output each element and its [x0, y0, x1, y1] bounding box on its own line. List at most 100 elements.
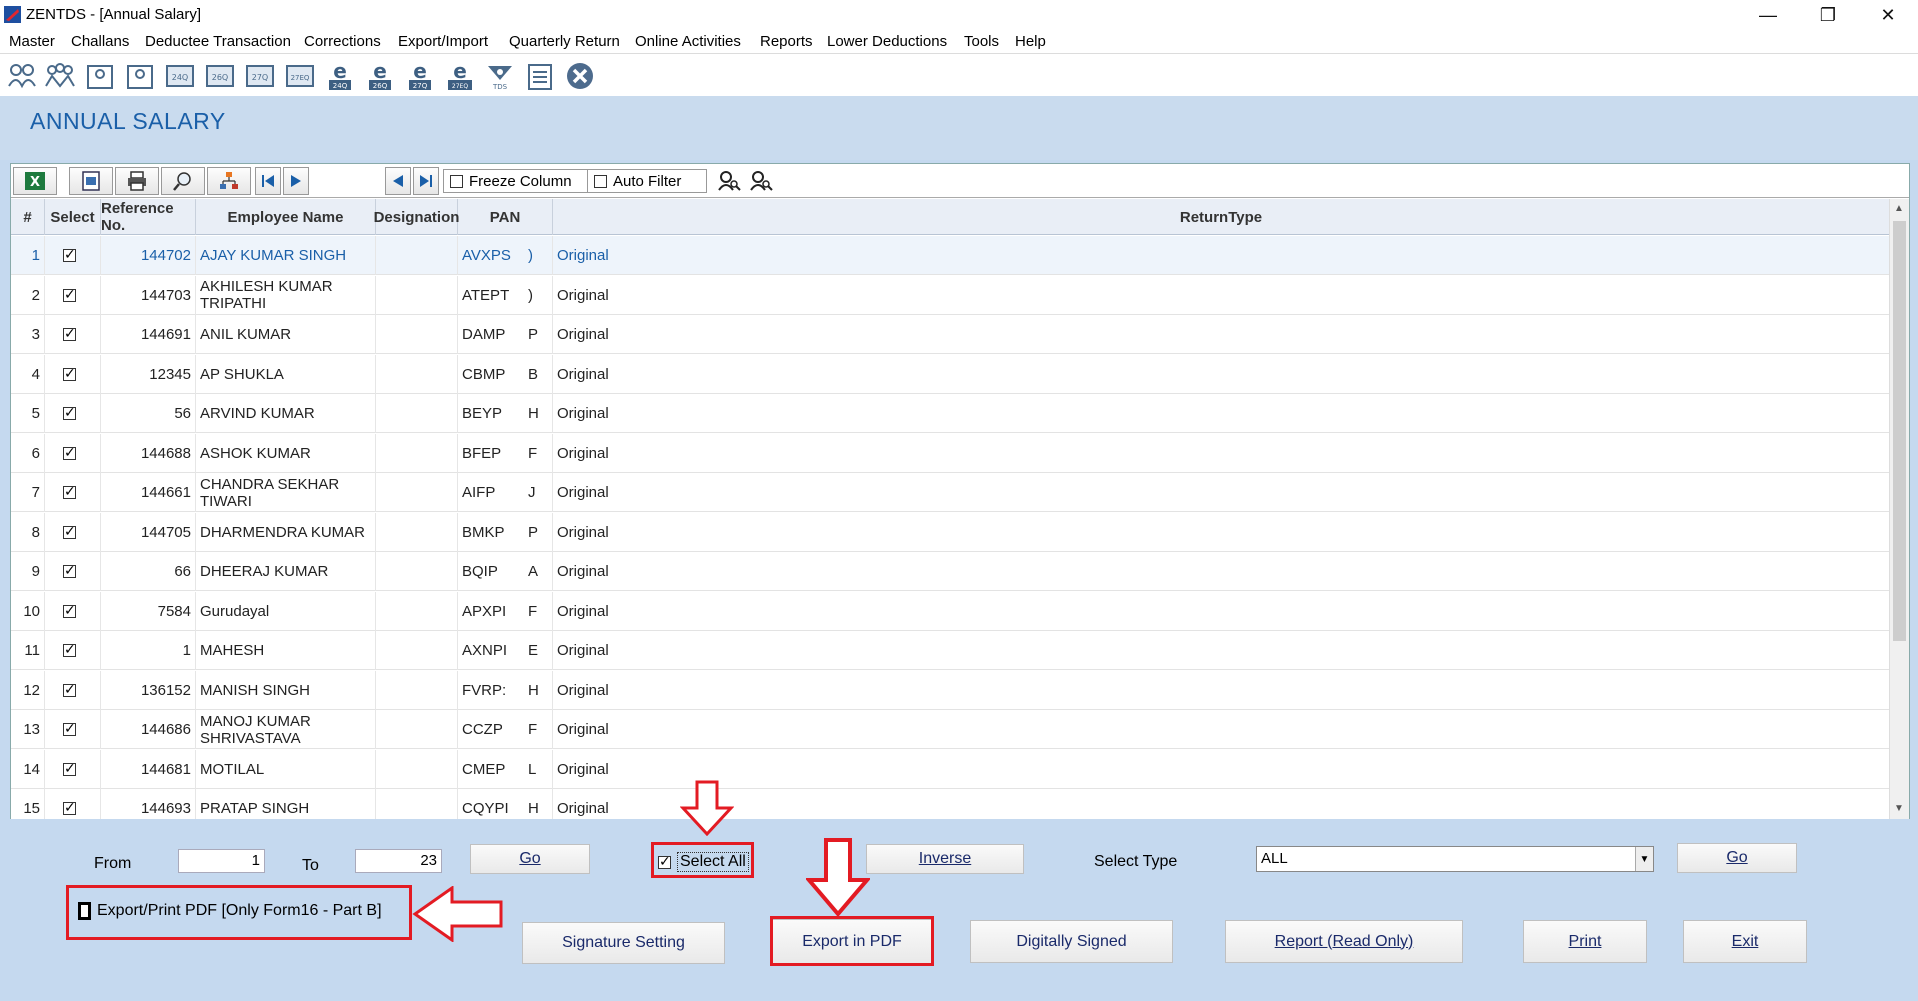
table-row[interactable]: 111MAHESHAXNPIEOriginal — [11, 631, 1889, 670]
row-select-cell[interactable] — [45, 236, 101, 275]
menu-online-activities[interactable]: Online Activities — [635, 33, 741, 50]
row-select-checkbox[interactable] — [63, 483, 76, 500]
form-27q-icon[interactable]: 27Q — [244, 60, 276, 92]
menu-quarterly-return[interactable]: Quarterly Return — [509, 33, 620, 50]
row-select-cell[interactable] — [45, 710, 101, 749]
col-pan[interactable]: PAN — [458, 199, 553, 235]
row-select-checkbox[interactable] — [63, 799, 76, 816]
table-row[interactable]: 13 144686MANOJ KUMAR SHRIVASTAVA CCZP F Orig… — [11, 710, 1889, 749]
previous-record-button[interactable] — [283, 167, 309, 195]
row-select-cell[interactable] — [45, 354, 101, 394]
menu-lower-deductions[interactable]: Lower Deductions — [827, 33, 947, 50]
export-button[interactable] — [69, 167, 113, 195]
menu-reports[interactable]: Reports — [760, 33, 813, 50]
row-select-cell[interactable] — [45, 512, 101, 552]
row-select-checkbox[interactable] — [63, 404, 76, 421]
table-row[interactable]: 1144702AJAY KUMAR SINGHAVXPS)Original — [11, 236, 1889, 275]
report-read-only-button[interactable]: Report (Read Only) — [1225, 920, 1463, 963]
row-select-cell[interactable] — [45, 591, 101, 631]
print-grid-button[interactable] — [115, 167, 159, 195]
e-27eq-icon[interactable]: e27EQ — [444, 60, 476, 92]
deductees-icon[interactable] — [44, 60, 76, 92]
employee-salary-icon[interactable] — [124, 60, 156, 92]
menu-master[interactable]: Master — [9, 33, 55, 50]
table-row[interactable]: 3 144691ANIL KUMAR DAMP P Original — [11, 315, 1889, 354]
row-select-checkbox[interactable] — [63, 523, 76, 540]
row-select-cell[interactable] — [45, 275, 101, 315]
table-row[interactable]: 6 144688ASHOK KUMAR BFEP F Original — [11, 433, 1889, 473]
inverse-button[interactable]: Inverse — [866, 844, 1024, 874]
row-select-checkbox[interactable] — [63, 641, 76, 658]
table-row[interactable]: 15 144693PRATAP SINGH CQYPI H Original — [11, 789, 1889, 819]
menu-tools[interactable]: Tools — [964, 33, 999, 50]
table-row[interactable]: 2144703AKHILESH KUMAR TRIPATHIATEPT)Orig… — [11, 275, 1889, 315]
go-type-button[interactable]: Go — [1677, 843, 1797, 873]
register-icon[interactable] — [524, 60, 556, 92]
table-row[interactable]: 10 7584Gurudayal APXPI F Original — [11, 591, 1889, 631]
vertical-scrollbar[interactable]: ▲ ▼ — [1889, 199, 1909, 819]
employee-icon[interactable] — [84, 60, 116, 92]
e-26q-icon[interactable]: e26Q — [364, 60, 396, 92]
row-select-cell[interactable] — [45, 473, 101, 512]
scroll-down-icon[interactable]: ▼ — [1894, 803, 1904, 814]
col-return-type[interactable]: ReturnType — [553, 199, 1889, 235]
col-designation[interactable]: Designation — [374, 199, 459, 235]
freeze-column-checkbox[interactable]: Freeze Column — [443, 169, 591, 193]
menu-challans[interactable]: Challans — [71, 33, 129, 50]
form-26q-icon[interactable]: 26Q — [204, 60, 236, 92]
digitally-signed-button[interactable]: Digitally Signed — [970, 920, 1173, 963]
close-window-button[interactable]: ✕ — [1858, 0, 1918, 30]
maximize-button[interactable]: ❐ — [1798, 0, 1858, 30]
hierarchy-button[interactable] — [207, 167, 251, 195]
search-user-icon[interactable] — [717, 170, 741, 192]
menu-deductee-transaction[interactable]: Deductee Transaction — [145, 33, 291, 50]
row-select-cell[interactable] — [45, 749, 101, 789]
row-select-checkbox[interactable] — [63, 720, 76, 737]
row-select-checkbox[interactable] — [63, 246, 76, 263]
table-row[interactable]: 4 12345AP SHUKLA CBMP B Original — [11, 354, 1889, 394]
row-select-checkbox[interactable] — [63, 602, 76, 619]
row-select-checkbox[interactable] — [63, 562, 76, 579]
form-24q-icon[interactable]: 24Q — [164, 60, 196, 92]
menu-export-import[interactable]: Export/Import — [398, 33, 488, 50]
first-record-button[interactable] — [255, 167, 281, 195]
col-select[interactable]: Select — [45, 199, 101, 235]
table-row[interactable]: 9 66DHEERAJ KUMAR BQIP A Original — [11, 552, 1889, 591]
export-excel-button[interactable]: X — [13, 167, 57, 195]
from-input[interactable]: 1 — [178, 849, 265, 873]
minimize-button[interactable]: — — [1738, 0, 1798, 30]
row-select-cell[interactable] — [45, 552, 101, 591]
close-icon[interactable] — [564, 60, 596, 92]
e-24q-icon[interactable]: e24Q — [324, 60, 356, 92]
search-user-alt-icon[interactable] — [749, 170, 773, 192]
col-reference[interactable]: Reference No. — [101, 199, 196, 235]
scroll-thumb[interactable] — [1893, 221, 1906, 641]
scroll-up-icon[interactable]: ▲ — [1894, 203, 1904, 214]
print-button[interactable]: Print — [1523, 920, 1647, 963]
row-select-checkbox[interactable] — [63, 365, 76, 382]
signature-setting-button[interactable]: Signature Setting — [522, 922, 725, 964]
row-select-cell[interactable] — [45, 631, 101, 670]
row-select-cell[interactable] — [45, 315, 101, 354]
row-select-checkbox[interactable] — [63, 681, 76, 698]
auto-filter-checkbox[interactable]: Auto Filter — [587, 169, 707, 193]
row-select-checkbox[interactable] — [63, 444, 76, 461]
e-27q-icon[interactable]: e27Q — [404, 60, 436, 92]
row-select-checkbox[interactable] — [63, 325, 76, 342]
to-input[interactable]: 23 — [355, 849, 442, 873]
row-select-cell[interactable] — [45, 670, 101, 710]
col-num[interactable]: # — [11, 199, 45, 235]
table-row[interactable]: 7 144661CHANDRA SEKHAR TIWARI AIFP J Origina… — [11, 473, 1889, 512]
last-record-button[interactable] — [413, 167, 439, 195]
row-select-cell[interactable] — [45, 394, 101, 433]
menu-corrections[interactable]: Corrections — [304, 33, 381, 50]
row-select-cell[interactable] — [45, 789, 101, 819]
table-row[interactable]: 12 136152MANISH SINGH FVRP: H Original — [11, 670, 1889, 710]
menu-help[interactable]: Help — [1015, 33, 1046, 50]
form-27eq-icon[interactable]: 27EQ — [284, 60, 316, 92]
chevron-down-icon[interactable]: ▼ — [1635, 847, 1653, 871]
select-type-dropdown[interactable]: ALL ▼ — [1256, 846, 1654, 872]
table-row[interactable]: 8 144705DHARMENDRA KUMAR BMKP P Original — [11, 512, 1889, 552]
col-employee-name[interactable]: Employee Name — [196, 199, 376, 235]
row-select-cell[interactable] — [45, 433, 101, 473]
